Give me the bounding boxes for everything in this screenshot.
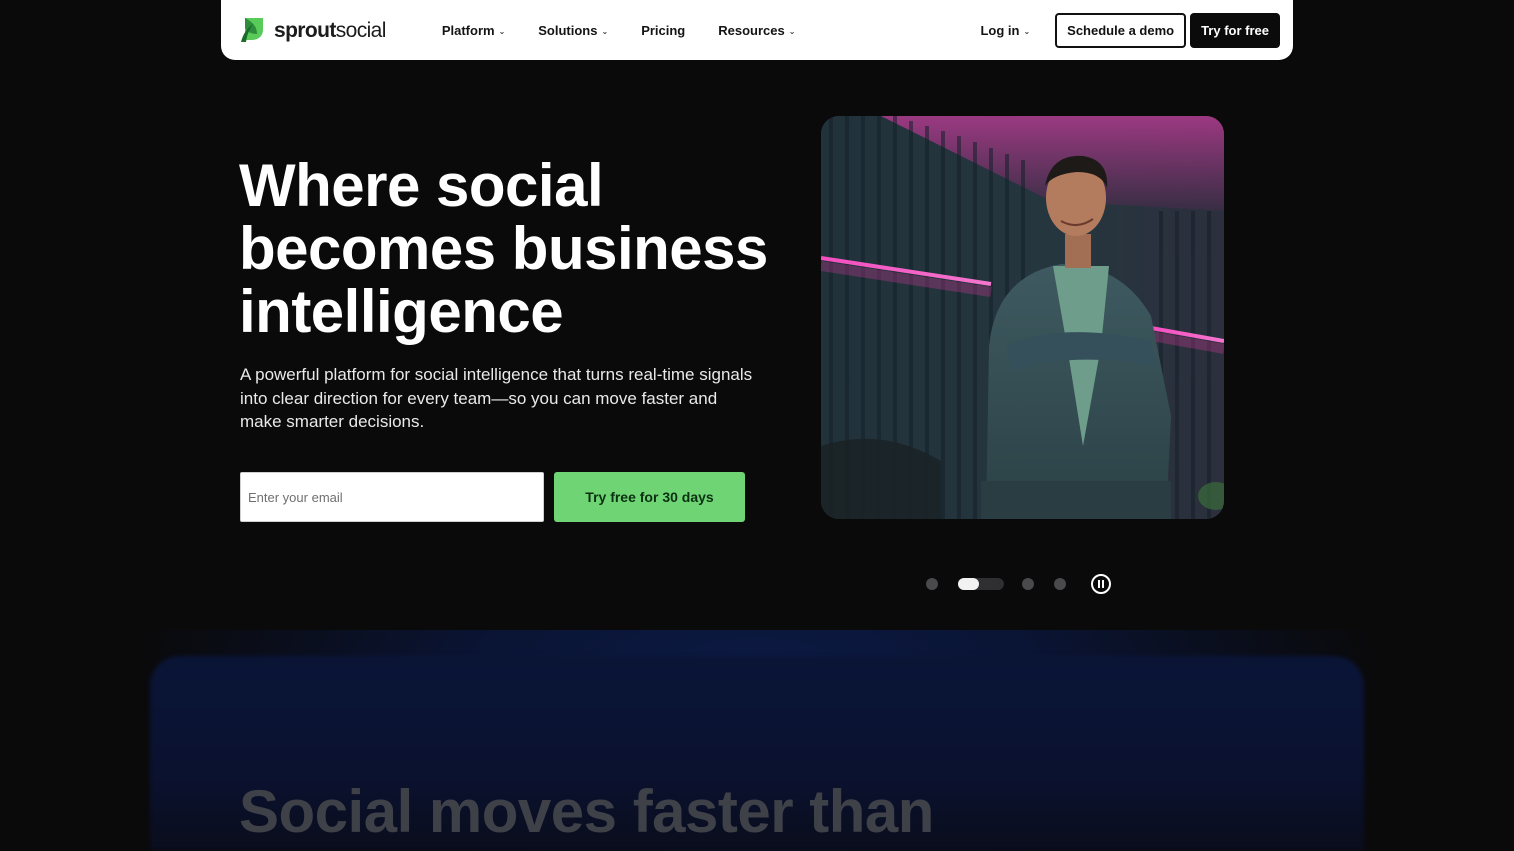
login-label: Log in [980, 22, 1020, 38]
nav-links: Platform ⌄ Solutions ⌄ Pricing Resources… [442, 0, 829, 60]
nav-item-label: Resources [718, 22, 785, 38]
chevron-down-icon: ⌄ [788, 26, 796, 36]
nav-actions: Log in ⌄ Schedule a demo Try for free [980, 0, 1280, 60]
carousel-controls [926, 572, 1111, 596]
hero-title: Where social becomes business intelligen… [239, 154, 779, 343]
carousel-dot[interactable] [1022, 578, 1034, 590]
logo-wordmark-regular: social [335, 18, 387, 42]
chevron-down-icon: ⌄ [1023, 26, 1031, 36]
email-input[interactable] [240, 472, 544, 522]
nav-item-label: Solutions [538, 22, 598, 38]
hero-photo [821, 116, 1224, 519]
nav-item-label: Pricing [641, 22, 686, 38]
nav-item-pricing[interactable]: Pricing [641, 0, 685, 60]
login-menu[interactable]: Log in ⌄ [980, 23, 1030, 38]
nav-item-solutions[interactable]: Solutions ⌄ [538, 0, 608, 60]
pause-icon[interactable] [1091, 574, 1111, 594]
top-navigation: sproutsocial Platform ⌄ Solutions ⌄ Pric… [221, 0, 1293, 60]
try-for-free-button[interactable]: Try for free [1190, 12, 1280, 48]
section-heading: Social moves faster than [239, 778, 934, 845]
logo-wordmark-bold: sprout [274, 18, 336, 42]
sprout-leaf-icon [241, 18, 263, 42]
carousel-progress-fill [958, 578, 979, 590]
hero-title-line: Where social [239, 152, 604, 219]
try-free-30-days-button[interactable]: Try free for 30 days [554, 472, 745, 522]
chevron-down-icon: ⌄ [498, 26, 506, 36]
nav-item-resources[interactable]: Resources ⌄ [718, 0, 795, 60]
hero-title-line: becomes business [239, 215, 768, 282]
nav-item-label: Platform [441, 22, 495, 38]
hero-title-line: intelligence [239, 278, 564, 345]
chevron-down-icon: ⌄ [601, 26, 609, 36]
carousel-dot[interactable] [1054, 578, 1066, 590]
sprout-social-logo[interactable]: sproutsocial [239, 15, 386, 45]
carousel-dot-active[interactable] [958, 578, 1004, 590]
hero-subtitle: A powerful platform for social intellige… [240, 365, 753, 431]
hero-photo-illustration [821, 116, 1224, 519]
carousel-dot[interactable] [926, 578, 938, 590]
schedule-demo-button[interactable]: Schedule a demo [1055, 12, 1187, 48]
nav-item-platform[interactable]: Platform ⌄ [442, 0, 505, 60]
logo-wordmark: sproutsocial [274, 20, 386, 41]
